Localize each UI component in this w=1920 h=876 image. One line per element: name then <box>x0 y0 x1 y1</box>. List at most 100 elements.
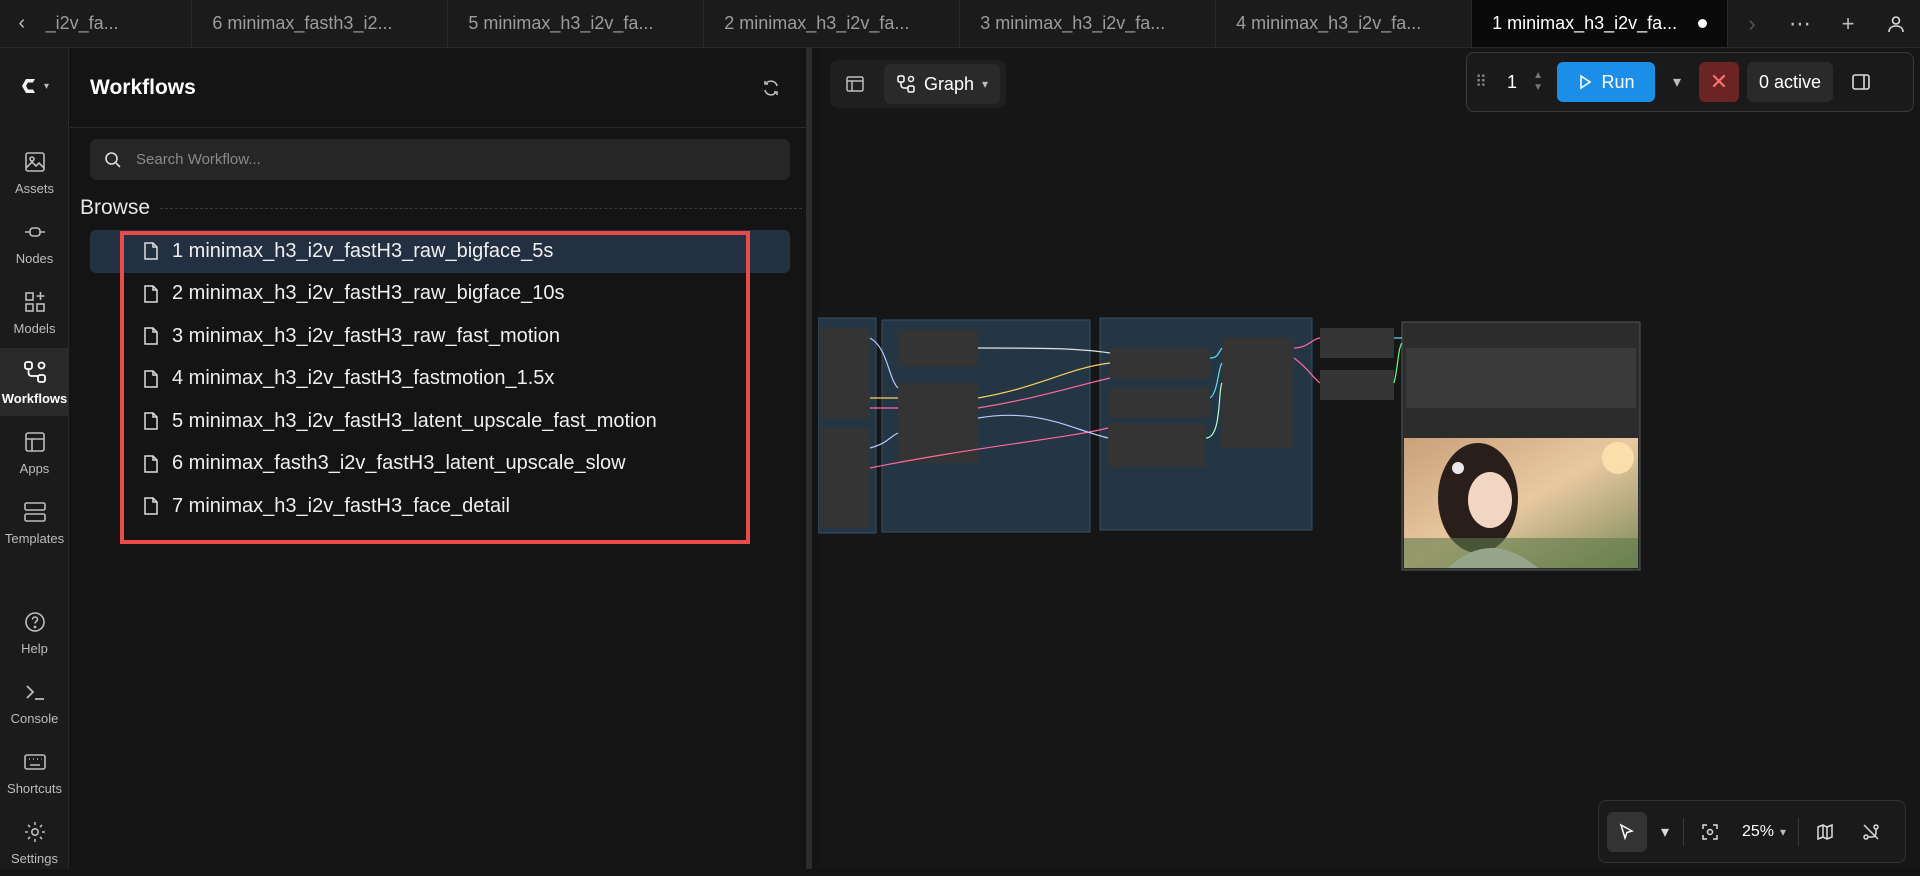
tab-workflow[interactable]: 5 minimax_h3_i2v_fa... <box>448 0 705 47</box>
workflow-search[interactable] <box>90 139 790 180</box>
gear-icon <box>24 821 45 842</box>
node-preview <box>1401 321 1641 571</box>
tab-scroll-right-icon[interactable]: › <box>1728 0 1776 48</box>
rail-item-templates[interactable]: Templates <box>0 488 69 556</box>
chevron-down-icon[interactable]: ▾ <box>1653 812 1677 852</box>
app-logo-icon[interactable]: ▾ <box>18 74 58 98</box>
side-rail: ▾ Assets Nodes Models Workflows Apps Tem… <box>0 48 69 869</box>
panel-title: Workflows <box>90 75 196 99</box>
rail-label: Workflows <box>1 390 68 406</box>
browse-label: Browse <box>80 196 151 219</box>
tab-workflow[interactable]: 2 minimax_h3_i2v_fa... <box>704 0 961 47</box>
rail-item-settings[interactable]: Settings <box>0 808 69 876</box>
help-icon <box>24 611 45 632</box>
workflow-label: 5 minimax_h3_i2v_fastH3_latent_upscale_f… <box>172 409 657 432</box>
models-icon <box>24 291 45 312</box>
rail-item-help[interactable]: Help <box>0 598 69 666</box>
rail-label: Nodes <box>15 250 54 266</box>
queue-active-button[interactable]: 0 active <box>1747 62 1834 102</box>
rail-label: Templates <box>4 530 65 546</box>
file-icon <box>144 455 158 473</box>
divider <box>1798 817 1800 846</box>
cancel-run-button[interactable]: ✕ <box>1699 62 1739 102</box>
group-sampling <box>1099 317 1313 531</box>
rail-item-console[interactable]: Console <box>0 668 69 736</box>
toggle-right-panel-icon[interactable] <box>1841 62 1881 102</box>
chevron-down-icon: ▾ <box>1780 824 1787 839</box>
workflows-panel: Workflows Browse 1 minimax_h3_i2v_fastH3… <box>70 48 812 869</box>
browse-divider <box>160 207 802 209</box>
tab-workflow[interactable]: 4 minimax_h3_i2v_fa... <box>1216 0 1473 47</box>
select-tool-icon[interactable] <box>1607 811 1647 852</box>
more-options-icon[interactable]: ⋯ <box>1776 0 1824 48</box>
divider <box>1683 817 1684 846</box>
rail-item-models[interactable]: Models <box>0 278 69 346</box>
rail-label: Models <box>13 320 56 336</box>
run-toolbar: ⠿ 1 ▲ ▼ Run ▾ ✕ 0 active <box>1466 52 1914 112</box>
rail-item-workflows[interactable]: Workflows <box>0 348 69 416</box>
rail-item-shortcuts[interactable]: Shortcuts <box>0 738 69 806</box>
active-count-label: 0 active <box>1759 71 1822 92</box>
user-icon[interactable] <box>1872 0 1920 48</box>
workflow-item[interactable]: 1 minimax_h3_i2v_fastH3_raw_bigface_5s <box>90 230 790 273</box>
hide-links-icon[interactable] <box>1851 812 1891 852</box>
run-label: Run <box>1601 71 1635 92</box>
workflow-label: 3 minimax_h3_i2v_fastH3_raw_fast_motion <box>172 324 560 347</box>
tab-label: 1 minimax_h3_i2v_fa... <box>1492 13 1678 33</box>
workflows-icon <box>23 360 46 383</box>
rail-label: Settings <box>11 850 58 866</box>
node-icon <box>24 226 45 237</box>
keyboard-icon <box>23 753 46 770</box>
image-icon <box>24 151 45 172</box>
fit-view-icon[interactable] <box>1690 812 1730 852</box>
workflow-item[interactable]: 7 minimax_h3_i2v_fastH3_face_detail <box>90 485 790 528</box>
batch-count-value: 1 <box>1507 71 1518 92</box>
tab-label: 3 minimax_h3_i2v_fa... <box>980 13 1166 33</box>
file-icon <box>144 412 158 430</box>
workflow-item[interactable]: 3 minimax_h3_i2v_fastH3_raw_fast_motion <box>90 315 790 358</box>
drag-handle-icon[interactable]: ⠿ <box>1475 72 1489 92</box>
batch-count-stepper[interactable]: 1 ▲ ▼ <box>1497 62 1549 102</box>
apps-icon <box>24 431 45 452</box>
refresh-icon[interactable] <box>756 73 786 103</box>
minimap-icon[interactable] <box>1805 812 1845 852</box>
zoom-select[interactable]: 25% ▾ <box>1736 823 1792 841</box>
search-input[interactable] <box>136 151 736 168</box>
run-button[interactable]: Run <box>1557 62 1655 102</box>
unsaved-dot-icon <box>1698 19 1707 28</box>
play-icon <box>1580 74 1592 90</box>
browse-section-header: Browse <box>80 196 802 220</box>
tab-label: 6 minimax_fasth3_i2... <box>212 13 393 33</box>
workflow-item[interactable]: 2 minimax_h3_i2v_fastH3_raw_bigface_10s <box>90 273 790 316</box>
new-tab-icon[interactable]: + <box>1824 0 1872 48</box>
graph-canvas[interactable]: Graph ▾ ▾ 25% ▾ <box>818 48 1920 869</box>
workflow-item[interactable]: 5 minimax_h3_i2v_fastH3_latent_upscale_f… <box>90 400 790 443</box>
tab-scroll-left-icon[interactable]: ‹ <box>0 0 44 47</box>
group-left <box>818 317 877 534</box>
file-icon <box>144 370 158 388</box>
workflow-item[interactable]: 4 minimax_h3_i2v_fastH3_fastmotion_1.5x <box>90 358 790 401</box>
console-icon <box>25 684 44 700</box>
group-conditioning <box>881 319 1091 533</box>
rail-item-nodes[interactable]: Nodes <box>0 208 69 276</box>
tab-workflow[interactable]: 3 minimax_h3_i2v_fa... <box>960 0 1217 47</box>
tab-workflow[interactable]: _i2v_fa... <box>44 0 193 47</box>
file-icon <box>144 285 158 303</box>
zoom-level: 25% <box>1742 822 1775 840</box>
tab-workflow[interactable]: 6 minimax_fasth3_i2... <box>192 0 449 47</box>
rail-label: Shortcuts <box>7 780 62 796</box>
file-icon <box>144 242 158 260</box>
stepper-arrows-icon[interactable]: ▲ ▼ <box>1533 70 1543 94</box>
rail-label: Help <box>21 640 48 656</box>
rail-item-apps[interactable]: Apps <box>0 418 69 486</box>
run-options-chevron-icon[interactable]: ▾ <box>1663 62 1691 102</box>
workflow-label: 6 minimax_fasth3_i2v_fastH3_latent_upsca… <box>172 452 626 475</box>
rail-item-assets[interactable]: Assets <box>0 138 69 206</box>
workflow-item[interactable]: 6 minimax_fasth3_i2v_fastH3_latent_upsca… <box>90 443 790 486</box>
file-icon <box>144 327 158 345</box>
templates-icon <box>23 501 46 522</box>
workflow-list: 1 minimax_h3_i2v_fastH3_raw_bigface_5s 2… <box>90 230 790 528</box>
tab-label: _i2v_fa... <box>45 13 119 33</box>
workflow-label: 4 minimax_h3_i2v_fastH3_fastmotion_1.5x <box>172 367 555 390</box>
tab-workflow-active[interactable]: 1 minimax_h3_i2v_fa... <box>1472 0 1728 47</box>
